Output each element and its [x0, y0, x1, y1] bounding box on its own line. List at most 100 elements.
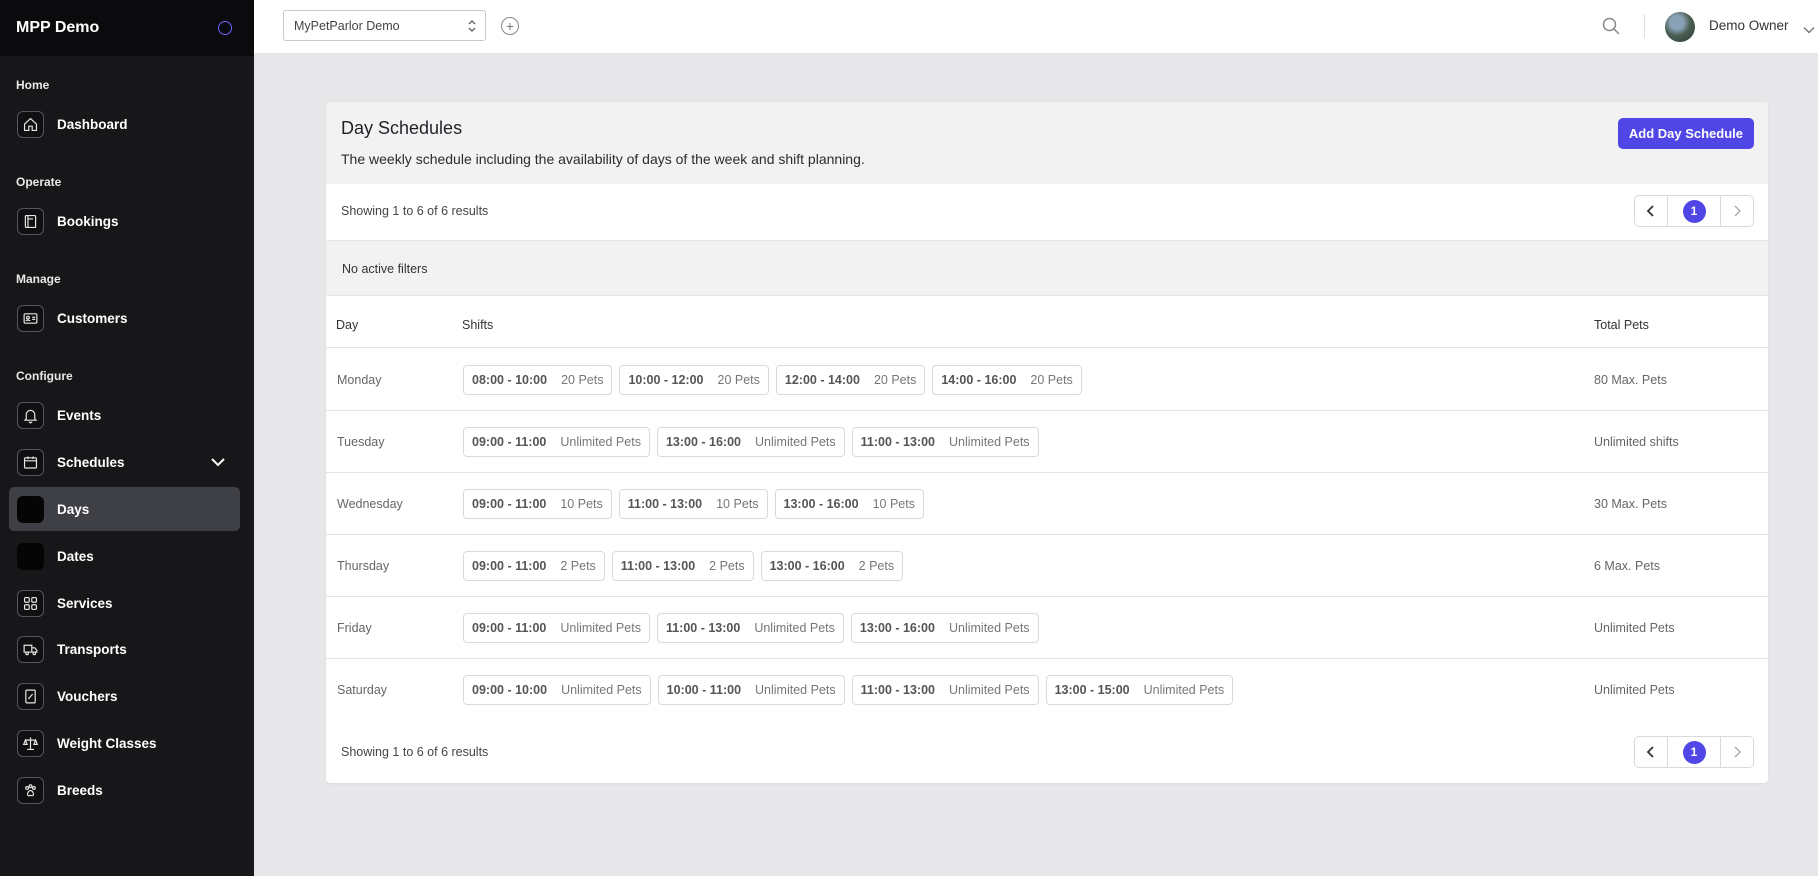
shift-time: 09:00 - 10:00 [472, 683, 548, 697]
shift-time: 13:00 - 16:00 [783, 497, 859, 511]
pager: 1 [1634, 195, 1754, 227]
shift-pets: Unlimited Pets [561, 683, 642, 697]
prev-page-button[interactable] [1635, 737, 1667, 767]
pager: 1 [1634, 736, 1754, 768]
page-button[interactable]: 1 [1667, 737, 1721, 767]
sidebar-item-events[interactable]: Events [9, 393, 240, 437]
shift-chip: 11:00 - 13:00 2 Pets [611, 551, 754, 581]
sidebar-item-label: Vouchers [57, 688, 118, 704]
row-total-pets: Unlimited Pets [1594, 683, 1675, 697]
chevron-down-icon[interactable] [210, 454, 226, 475]
sidebar-item-bookings[interactable]: Bookings [9, 199, 240, 243]
sidebar-item-schedules[interactable]: Schedules [9, 440, 240, 484]
shift-time: 13:00 - 16:00 [859, 621, 935, 635]
row-shifts: 09:00 - 10:00 Unlimited Pets 10:00 - 11:00… [463, 675, 1234, 705]
shift-pets: Unlimited Pets [948, 683, 1030, 697]
scale-icon [17, 729, 44, 757]
filters-bar: No active filters [326, 240, 1768, 296]
app-title: MPP Demo [16, 19, 100, 36]
row-total-pets: Unlimited Pets [1594, 621, 1675, 635]
shift-time: 09:00 - 11:00 [472, 435, 547, 449]
shift-pets: 2 Pets [560, 559, 596, 573]
paw-icon [17, 776, 44, 804]
shift-time: 09:00 - 11:00 [472, 559, 547, 573]
shift-time: 11:00 - 13:00 [860, 683, 935, 697]
shift-pets: Unlimited Pets [755, 435, 836, 449]
shift-chip: 09:00 - 10:00 Unlimited Pets [463, 675, 651, 705]
user-name[interactable]: Demo Owner [1709, 18, 1789, 33]
shift-chip: 11:00 - 13:00 Unlimited Pets [851, 675, 1039, 705]
sidebar: MPP Demo Home Dashboard Operate Bookings… [0, 0, 254, 876]
row-day: Friday [337, 621, 372, 635]
topbar-divider [1644, 14, 1645, 38]
sidebar-item-breeds[interactable]: Breeds [9, 768, 240, 812]
shift-pets: 10 Pets [716, 497, 759, 511]
section-configure: Configure [16, 369, 73, 383]
shift-chip: 14:00 - 16:00 20 Pets [932, 365, 1082, 395]
shift-chip: 13:00 - 16:00 Unlimited Pets [850, 613, 1039, 643]
row-shifts: 09:00 - 11:00 10 Pets 11:00 - 13:00 10 Pets… [463, 489, 924, 519]
section-operate: Operate [16, 175, 62, 189]
results-summary: Showing 1 to 6 of 6 results [341, 745, 489, 759]
table-row[interactable]: Monday 08:00 - 10:00 20 Pets 10:00 - 12:00 2… [326, 349, 1768, 411]
sidebar-item-customers[interactable]: Customers [9, 296, 240, 340]
shift-chip: 08:00 - 10:00 20 Pets [463, 365, 613, 395]
shift-pets: Unlimited Pets [948, 621, 1030, 635]
sidebar-item-vouchers[interactable]: Vouchers [9, 674, 240, 718]
shift-pets: Unlimited Pets [754, 621, 835, 635]
table-row[interactable]: Tuesday 09:00 - 11:00 Unlimited Pets 13:00 … [326, 411, 1768, 473]
voucher-icon [17, 682, 44, 710]
shift-time: 09:00 - 11:00 [472, 621, 547, 635]
shift-chip: 10:00 - 11:00 Unlimited Pets [657, 675, 845, 705]
add-circle-icon[interactable]: + [501, 17, 519, 35]
sidebar-item-label: Events [57, 407, 102, 423]
sidebar-item-services[interactable]: Services [9, 581, 240, 625]
sidebar-item-label: Weight Classes [57, 735, 157, 751]
shift-time: 13:00 - 16:00 [769, 559, 845, 573]
search-icon[interactable] [1601, 16, 1621, 41]
table-row[interactable]: Saturday 09:00 - 10:00 Unlimited Pets 10:00… [326, 659, 1768, 721]
shift-time: 11:00 - 13:00 [627, 497, 703, 511]
shift-time: 10:00 - 11:00 [666, 683, 742, 697]
sidebar-item-dashboard[interactable]: Dashboard [9, 102, 240, 146]
tenant-select[interactable]: MyPetParlor Demo [283, 10, 486, 41]
row-day: Monday [337, 373, 382, 387]
prev-page-button[interactable] [1635, 196, 1667, 226]
sidebar-item-days[interactable]: Days [9, 487, 240, 531]
shift-chip: 13:00 - 16:00 10 Pets [774, 489, 924, 519]
sidebar-item-label: Schedules [57, 454, 125, 470]
next-page-button[interactable] [1721, 737, 1753, 767]
current-page: 1 [1682, 740, 1706, 764]
sidebar-item-dates[interactable]: Dates [9, 534, 240, 578]
row-total-pets: 6 Max. Pets [1594, 559, 1660, 573]
shift-time: 10:00 - 12:00 [628, 373, 704, 387]
shift-chip: 09:00 - 11:00 Unlimited Pets [463, 613, 650, 643]
table-header: Day Shifts Total Pets [326, 296, 1768, 348]
sidebar-item-weight-classes[interactable]: Weight Classes [9, 721, 240, 765]
shift-time: 14:00 - 16:00 [941, 373, 1017, 387]
current-page: 1 [1682, 199, 1706, 223]
filters-status: No active filters [342, 262, 428, 276]
day-schedules-card: Day Schedules The weekly schedule includ… [326, 102, 1768, 783]
table-row[interactable]: Wednesday 09:00 - 11:00 10 Pets 11:00 - 13:… [326, 473, 1768, 535]
add-day-schedule-button[interactable]: Add Day Schedule [1617, 118, 1754, 149]
row-day: Thursday [337, 559, 390, 573]
sidebar-item-transports[interactable]: Transports [9, 627, 240, 671]
sidebar-item-label: Customers [57, 310, 128, 326]
chevron-down-icon[interactable] [1803, 21, 1815, 39]
shift-chip: 11:00 - 13:00 10 Pets [618, 489, 768, 519]
table-row[interactable]: Friday 09:00 - 11:00 Unlimited Pets 11:00 -… [326, 597, 1768, 659]
chevron-up-down-icon [467, 18, 477, 37]
page-button[interactable]: 1 [1667, 196, 1721, 226]
avatar[interactable] [1665, 12, 1695, 42]
shift-pets: 2 Pets [709, 559, 745, 573]
shift-pets: 10 Pets [872, 497, 915, 511]
table-row[interactable]: Thursday 09:00 - 11:00 2 Pets 11:00 - 13:00… [326, 535, 1768, 597]
next-page-button[interactable] [1721, 196, 1753, 226]
row-total-pets: 80 Max. Pets [1594, 373, 1667, 387]
row-shifts: 09:00 - 11:00 Unlimited Pets 13:00 - 16:00… [463, 427, 1039, 457]
row-shifts: 09:00 - 11:00 Unlimited Pets 11:00 - 13:00… [463, 613, 1039, 643]
sidebar-item-label: Dashboard [57, 116, 128, 132]
shift-time: 13:00 - 15:00 [1054, 683, 1130, 697]
page-title: Day Schedules [341, 118, 463, 138]
